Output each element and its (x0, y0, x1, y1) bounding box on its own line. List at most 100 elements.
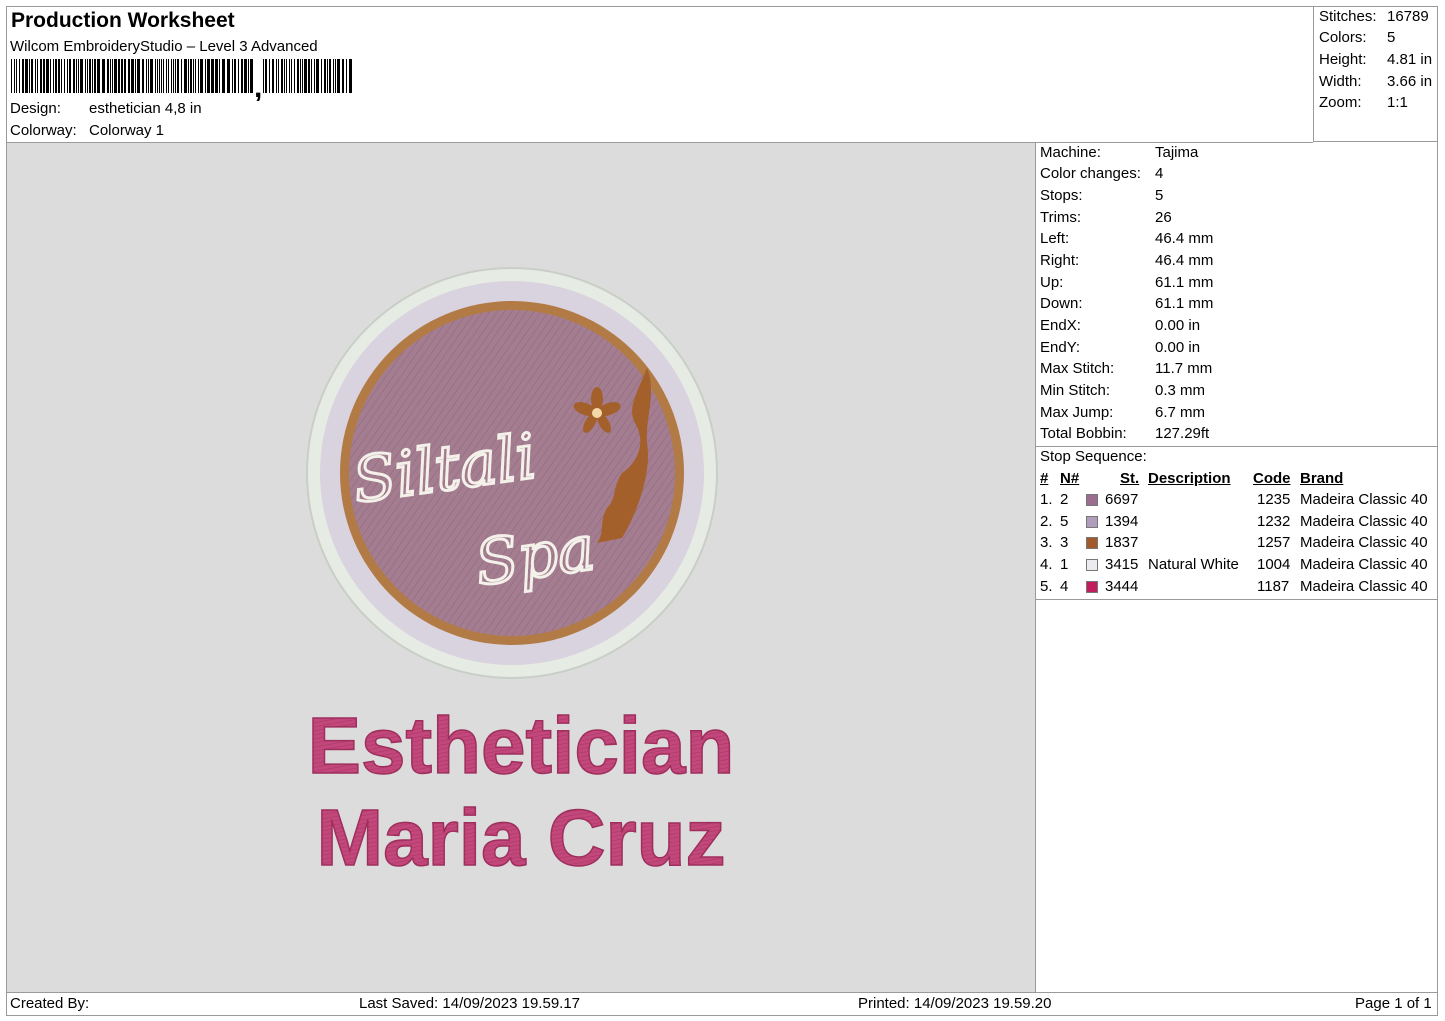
design-row: Design: esthetician 4,8 in (10, 100, 202, 117)
col-header-description: Description (1148, 470, 1231, 487)
barcode-bar (94, 59, 96, 93)
trims-label: Trims: (1040, 209, 1082, 226)
barcode-bar (146, 59, 147, 93)
barcode-bar (67, 59, 68, 93)
stitches-label: Stitches: (1319, 8, 1377, 25)
barcode-bar (118, 59, 120, 93)
row-num: 3. (1040, 534, 1053, 552)
right-row: Right: 46.4 mm (1040, 252, 1213, 269)
row-num: 1. (1040, 491, 1053, 508)
design-value: esthetician 4,8 in (89, 100, 202, 117)
page-title: Production Worksheet (11, 9, 235, 32)
barcode-bar (244, 59, 247, 93)
max-stitch-label: Max Stitch: (1040, 360, 1115, 377)
barcode-bar (11, 59, 12, 93)
min-stitch-row: Min Stitch: 0.3 mm (1040, 382, 1205, 399)
barcode-bar (78, 59, 79, 93)
max-jump-value: 6.7 mm (1155, 404, 1206, 421)
row-stitches: 3444 (1105, 577, 1139, 595)
right-value: 46.4 mm (1155, 252, 1214, 269)
barcode-bar (286, 59, 287, 93)
barcode-bar (58, 59, 60, 93)
left-row: Left: 46.4 mm (1040, 230, 1213, 247)
colors-row: Colors: 5 (1319, 29, 1395, 46)
endx-value: 0.00 in (1155, 317, 1201, 334)
summary-box: Stitches: 16789 Colors: 5 Height: 4.81 in W… (1313, 7, 1438, 142)
barcode-bar (278, 59, 279, 93)
barcode-bar (25, 59, 28, 93)
thread-color-swatch (1086, 494, 1098, 506)
barcode-bar (234, 59, 236, 93)
endy-value: 0.00 in (1155, 339, 1201, 356)
up-label: Up: (1040, 274, 1064, 291)
barcode-bar (155, 59, 156, 93)
row-num: 2. (1040, 512, 1053, 530)
design-preview: Siltali Spa Esthetician Maria Cruz (7, 143, 1036, 992)
barcode-bar (22, 59, 24, 93)
down-value: 61.1 mm (1155, 295, 1214, 312)
machine-label: Machine: (1040, 144, 1101, 161)
thread-color-swatch (1086, 537, 1098, 550)
barcode-bar (184, 59, 187, 93)
barcode-bar (308, 59, 310, 93)
barcode-bar (284, 59, 285, 93)
software-name: Wilcom EmbroideryStudio – Level 3 Advanc… (10, 38, 318, 55)
barcode-bar (327, 59, 328, 93)
barcode-bar (131, 59, 134, 93)
width-row: Width: 3.66 in (1319, 73, 1432, 90)
barcode-bar (324, 59, 326, 93)
barcode-bar (46, 59, 49, 93)
barcode-bar (35, 59, 36, 93)
barcode-bar (294, 59, 295, 93)
barcode-bar (188, 59, 189, 93)
row-stitches: 6697 (1105, 491, 1139, 508)
details-panel: Machine: Tajima Color changes: 4 Stops: 5 T… (1036, 143, 1438, 992)
printed-date: Printed: 14/09/2023 19.59.20 (858, 995, 1052, 1012)
down-label: Down: (1040, 295, 1083, 312)
barcode-bar (76, 59, 77, 93)
trims-value: 26 (1155, 209, 1172, 226)
barcode-bar (314, 59, 315, 93)
barcode-bar (276, 59, 277, 93)
barcode-bar (112, 59, 113, 93)
barcode-bar (175, 59, 176, 93)
barcode-bar (166, 59, 167, 93)
barcode-bar (14, 59, 15, 93)
row-description: Natural White (1148, 556, 1239, 574)
barcode-bar (177, 59, 179, 93)
color-changes-row: Color changes: 4 (1040, 165, 1163, 182)
total-bobbin-row: Total Bobbin: 127.29ft (1040, 425, 1209, 442)
worksheet-footer: Created By: Last Saved: 14/09/2023 19.59… (7, 992, 1438, 1016)
zoom-value: 1:1 (1387, 94, 1408, 111)
barcode-bar (159, 59, 160, 93)
barcode-bar (198, 59, 199, 93)
row-needle: 1 (1060, 556, 1069, 574)
height-label: Height: (1319, 51, 1367, 68)
barcode-bar (304, 59, 307, 93)
barcode-bar (97, 59, 100, 93)
endy-label: EndY: (1040, 339, 1081, 356)
col-header-code: Code (1253, 470, 1291, 487)
barcode-bar (37, 59, 38, 93)
barcode-bar (55, 59, 57, 93)
barcode-bar (215, 59, 218, 93)
row-num: 4. (1040, 556, 1053, 574)
barcode-bar (248, 59, 249, 93)
right-label: Right: (1040, 252, 1080, 269)
row-brand: Madeira Classic 40 (1300, 534, 1428, 552)
barcode-bar (211, 59, 214, 93)
row-stitches: 1394 (1105, 512, 1139, 530)
row-needle: 4 (1060, 577, 1069, 595)
barcode-bar (114, 59, 117, 93)
design-text-esthetician: Esthetician (308, 701, 735, 790)
up-value: 61.1 mm (1155, 274, 1214, 291)
barcode-bar (121, 59, 123, 93)
min-stitch-value: 0.3 mm (1155, 382, 1206, 399)
thread-color-swatch (1086, 515, 1098, 528)
barcode-bar (195, 59, 196, 93)
barcode-bar (85, 59, 86, 93)
row-code: 1257 (1257, 534, 1291, 552)
colorway-label: Colorway: (10, 122, 77, 139)
width-label: Width: (1319, 73, 1362, 90)
design-text-name: Maria Cruz (317, 793, 726, 882)
